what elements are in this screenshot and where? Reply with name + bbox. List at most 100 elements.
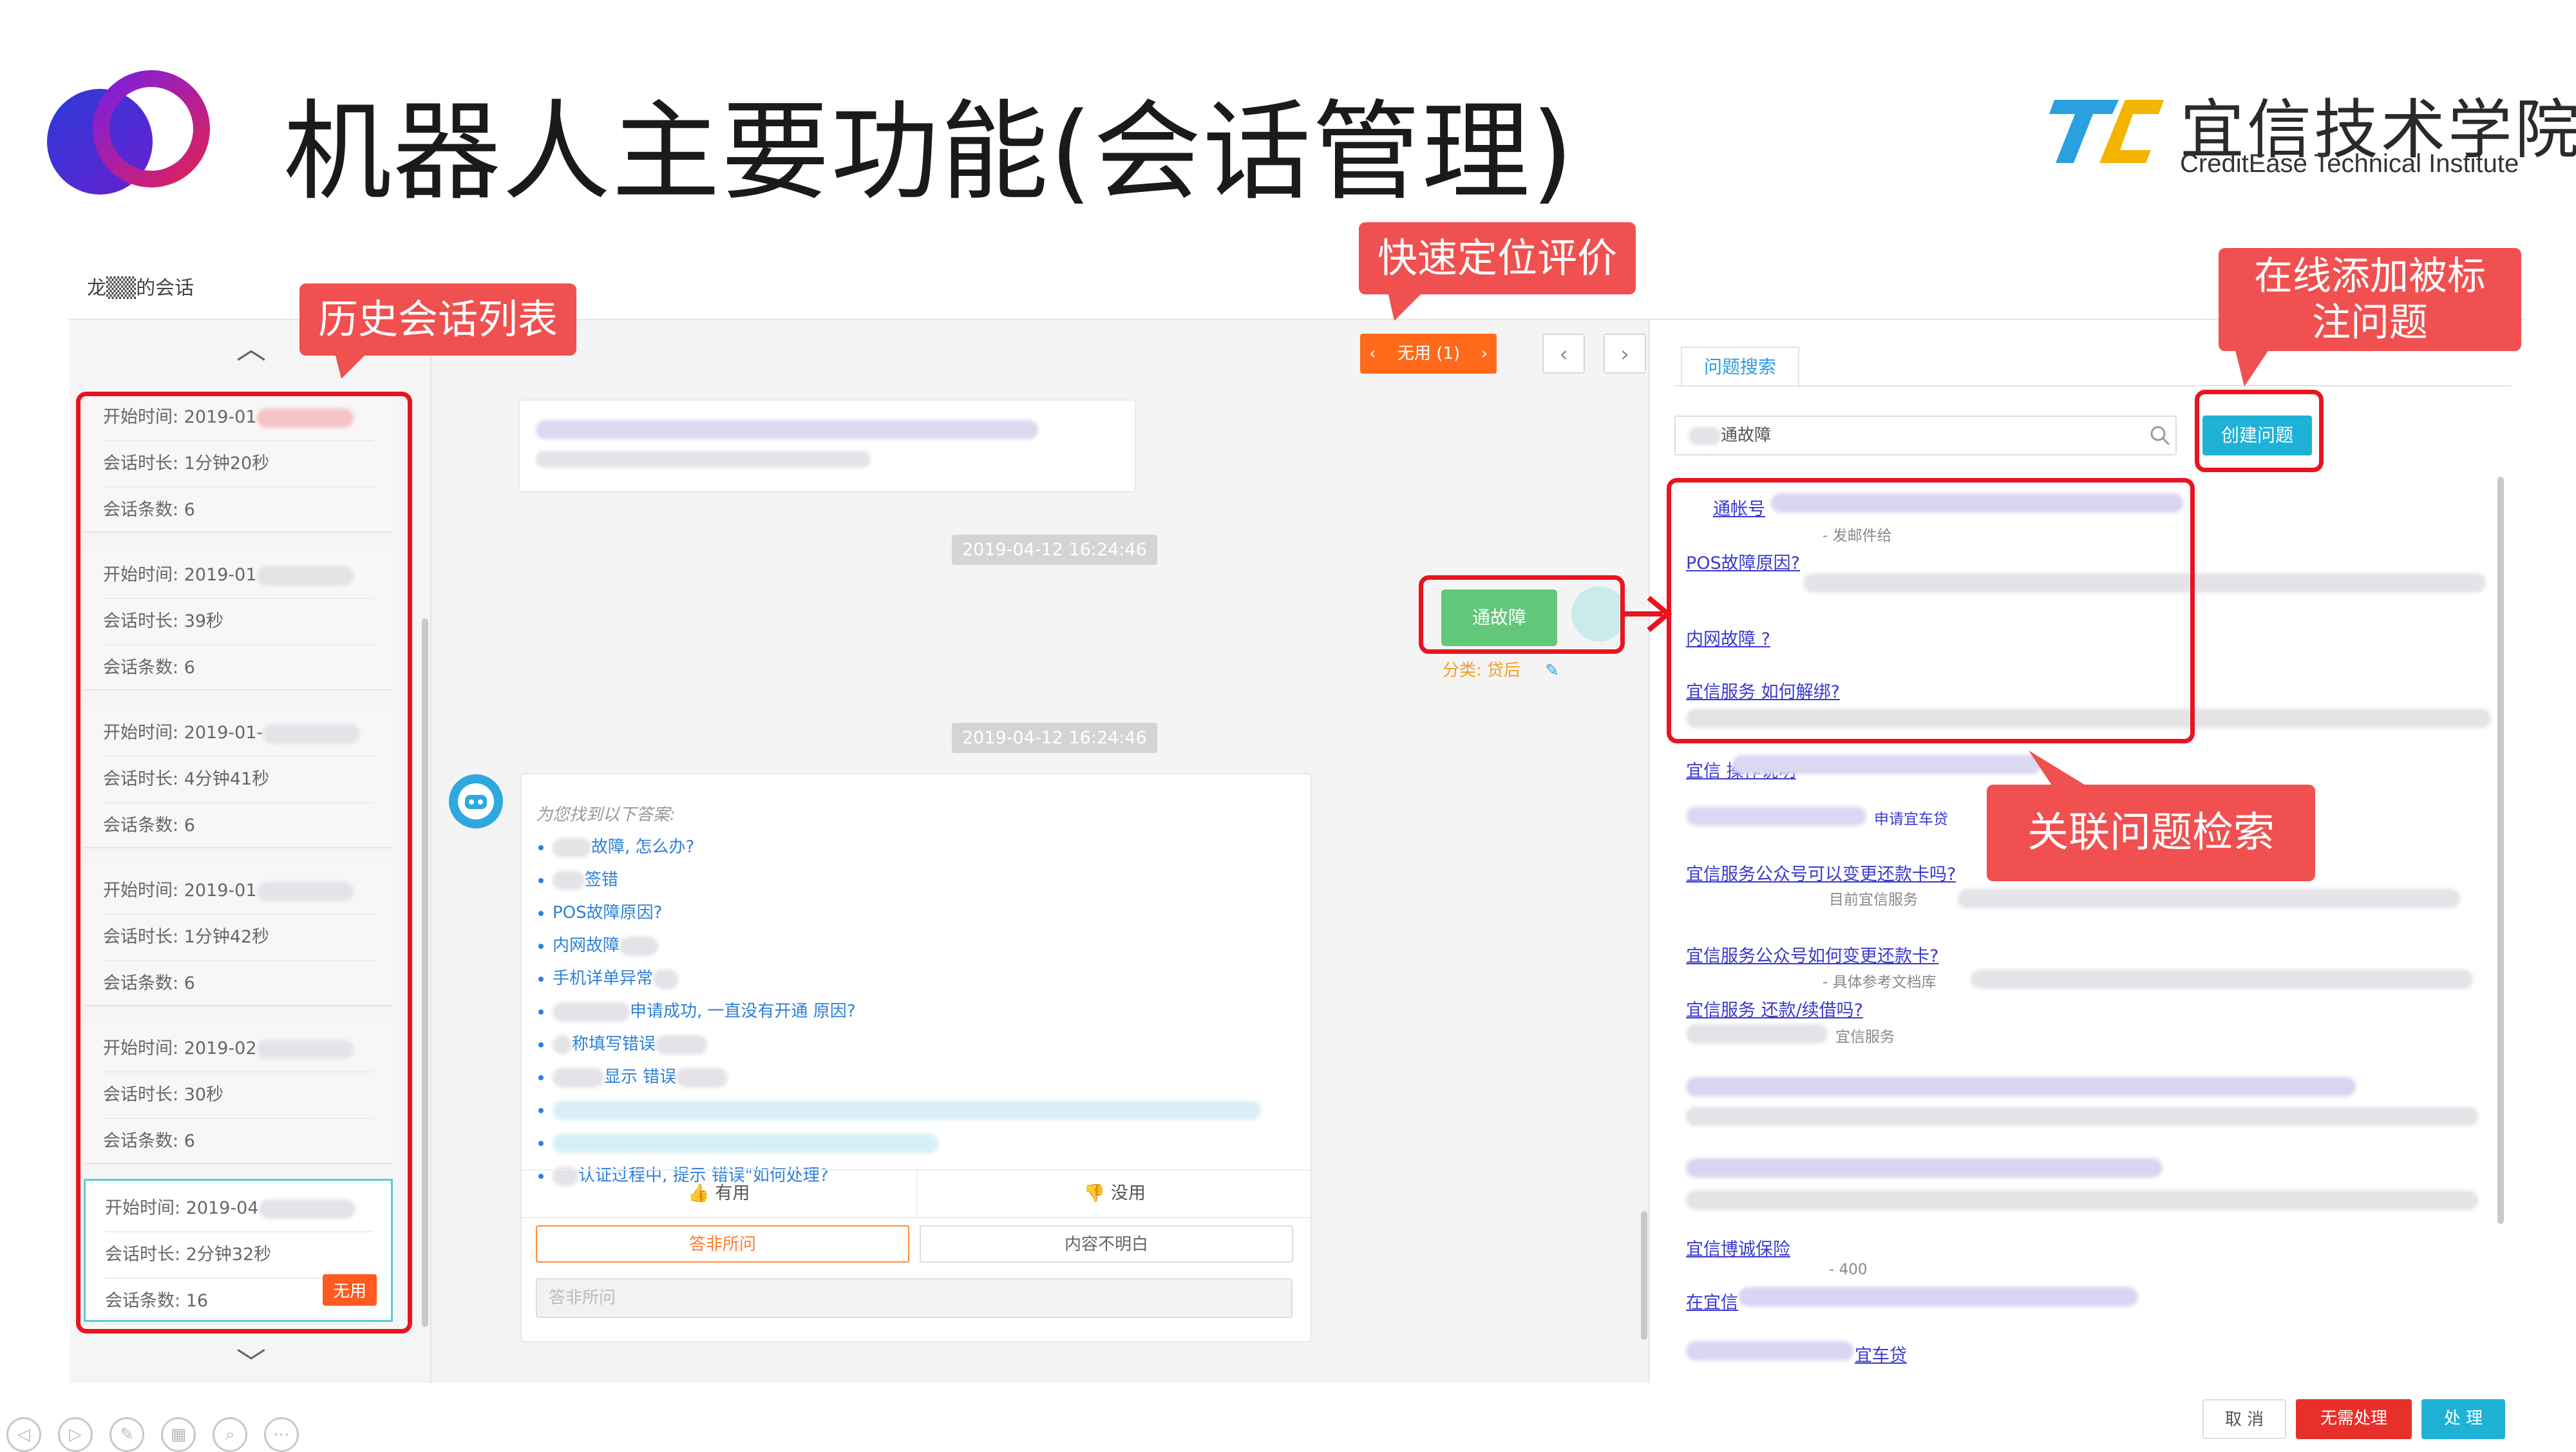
- redacted-blob: [553, 1100, 1261, 1120]
- callout-pointer-icon: [335, 353, 367, 379]
- result-snippet: 宜信服务: [1835, 1029, 1895, 1046]
- chat-scrollbar[interactable]: [1641, 1211, 1647, 1340]
- feedback-row: 👍 有用 👎 没用: [522, 1169, 1311, 1218]
- result-link[interactable]: 宜信服务公众号如何变更还款卡?: [1686, 942, 1938, 967]
- category-text: 分类: 贷后: [1443, 661, 1521, 680]
- redacted-blob: [676, 1067, 728, 1087]
- unclear-content-option[interactable]: 内容不明白: [920, 1225, 1293, 1263]
- category-label: 分类: 贷后 ✎: [1443, 657, 1559, 681]
- bot-answer-item[interactable]: [553, 1094, 1261, 1127]
- useless-label: 没用: [1110, 1183, 1146, 1203]
- result-link[interactable]: 在宜信: [1686, 1288, 1738, 1313]
- scroll-down-chevron-icon[interactable]: ﹀: [225, 1340, 277, 1382]
- chevron-right-icon: ›: [1620, 341, 1629, 367]
- question-search-input[interactable]: 通故障: [1674, 416, 2177, 455]
- cancel-button[interactable]: 取 消: [2202, 1399, 2286, 1439]
- edit-pencil-icon[interactable]: ✎: [1545, 661, 1559, 680]
- bot-answer-item[interactable]: 内网故障: [553, 930, 1261, 962]
- useful-button[interactable]: 👍 有用: [522, 1170, 916, 1217]
- redacted-blob: [1686, 1158, 2163, 1178]
- left-scrollbar[interactable]: [422, 618, 428, 1327]
- user-message-highlight: [1419, 575, 1625, 654]
- result-snippet: - 具体参考文档库: [1823, 974, 1937, 991]
- rating-next-icon: ›: [1481, 344, 1488, 363]
- bot-answer-item[interactable]: 称填写错误: [553, 1028, 1261, 1061]
- redacted-blob: [1686, 1024, 1828, 1044]
- result-link[interactable]: 宜信服务公众号可以变更还款卡吗?: [1686, 860, 1956, 885]
- redacted-blob: [620, 936, 659, 956]
- page-title: 机器人主要功能(会话管理): [283, 89, 1575, 215]
- bot-answer-item[interactable]: [553, 1127, 1261, 1160]
- redacted-blob: [553, 1002, 630, 1022]
- bot-answer-item[interactable]: 手机详单异常: [553, 962, 1261, 995]
- redacted-blob: [1689, 426, 1721, 445]
- redacted-blob: [536, 420, 1038, 439]
- bot-answer-item[interactable]: POS故障原因?: [553, 897, 1261, 930]
- logo-circles-icon: [47, 70, 210, 195]
- slide-zoom-icon[interactable]: ⌕: [213, 1417, 247, 1452]
- bot-answer-item[interactable]: 显示 错误: [553, 1061, 1261, 1094]
- process-button[interactable]: 处 理: [2421, 1399, 2505, 1439]
- redacted-blob: [1686, 1341, 1853, 1361]
- history-list-highlight: [76, 392, 412, 1333]
- slide-grid-icon[interactable]: ▦: [161, 1417, 196, 1452]
- annotation-related-search: 关联问题检索: [1987, 785, 2315, 881]
- bot-answer-item[interactable]: 签错: [553, 864, 1261, 897]
- redacted-blob: [553, 1035, 572, 1055]
- redacted-blob: [653, 969, 679, 989]
- no-action-needed-button[interactable]: 无需处理: [2296, 1399, 2412, 1439]
- slide-more-icon[interactable]: ⋯: [264, 1417, 299, 1452]
- feedback-input[interactable]: 答非所问: [536, 1278, 1293, 1318]
- bot-answer-item[interactable]: 故障, 怎么办?: [553, 831, 1261, 864]
- bot-answer-item[interactable]: 申请成功, 一直没有开通 原因?: [553, 995, 1261, 1028]
- bot-answer-text: 内网故障: [553, 936, 620, 955]
- result-snippet: 申请宜车贷: [1874, 811, 1948, 828]
- redacted-blob: [1686, 1107, 2478, 1126]
- rating-prev-icon: ‹: [1369, 344, 1376, 363]
- thumbs-down-icon: 👎: [1083, 1183, 1106, 1203]
- annotation-online-add: 在线添加被标注问题: [2219, 248, 2521, 351]
- tab-question-search[interactable]: 问题搜索: [1681, 347, 1799, 388]
- thumbs-up-icon: 👍: [688, 1183, 710, 1203]
- redacted-blob: [1686, 807, 1866, 826]
- brand-name-en: CreditEase Technical Institute: [2180, 149, 2519, 178]
- bot-answer-card: 为您找到以下答案: 故障, 怎么办? 签错 POS故障原因? 内网故障 手机详单…: [520, 773, 1312, 1342]
- related-results-highlight: [1667, 478, 2195, 743]
- scroll-up-chevron-icon[interactable]: ︿: [225, 325, 277, 368]
- slide-forward-icon[interactable]: ▷: [58, 1417, 93, 1452]
- redacted-blob: [553, 837, 591, 857]
- bot-answer-text: 故障, 怎么办?: [591, 837, 695, 857]
- annotation-quick-locate: 快速定位评价: [1359, 222, 1636, 294]
- bot-answer-text: 称填写错误: [572, 1035, 656, 1054]
- irrelevant-answer-option[interactable]: 答非所问: [536, 1225, 909, 1263]
- slide-pen-icon[interactable]: ✎: [109, 1417, 144, 1452]
- redacted-blob: [553, 1133, 939, 1153]
- rating-filter-label: 无用 (1): [1397, 344, 1461, 363]
- redacted-blob: [656, 1035, 708, 1055]
- slide-back-icon[interactable]: ◁: [6, 1417, 41, 1452]
- rating-filter-button[interactable]: ‹ 无用 (1) ›: [1360, 334, 1497, 374]
- bot-answer-text: 申请成功, 一直没有开通 原因?: [630, 1002, 856, 1021]
- redacted-blob: [536, 451, 871, 468]
- result-snippet: - 400: [1829, 1261, 1868, 1278]
- redacted-blob: [1732, 755, 2041, 774]
- search-icon[interactable]: [2148, 424, 2172, 447]
- result-link[interactable]: 宜车贷: [1855, 1341, 1907, 1366]
- chat-timestamp: 2019-04-12 16:24:46: [952, 723, 1157, 753]
- brand-logo-icon: [2049, 100, 2164, 163]
- search-value: 通故障: [1721, 426, 1772, 445]
- useless-button[interactable]: 👎 没用: [916, 1170, 1312, 1217]
- next-page-button[interactable]: ›: [1604, 334, 1646, 374]
- result-link[interactable]: 宜信服务 还款/续借吗?: [1686, 996, 1863, 1021]
- robot-avatar-icon: [449, 774, 503, 828]
- bot-answer-text: 手机详单异常: [553, 969, 654, 988]
- result-link[interactable]: 宜信博诚保险: [1686, 1235, 1790, 1260]
- previous-page-button[interactable]: ‹: [1542, 334, 1585, 374]
- conversation-title: 龙▒▒的会话: [87, 277, 194, 300]
- chat-timestamp: 2019-04-12 16:24:46: [952, 535, 1157, 565]
- results-scrollbar[interactable]: [2497, 477, 2504, 1224]
- bot-intro-text: 为您找到以下答案:: [536, 805, 676, 825]
- tab-divider: [1674, 385, 2512, 387]
- redacted-blob: [1958, 889, 2460, 908]
- redacted-blob: [553, 870, 585, 890]
